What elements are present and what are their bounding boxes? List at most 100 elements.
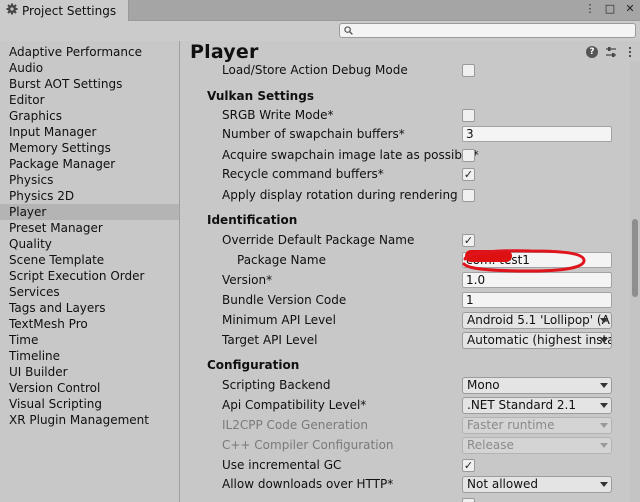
search-input[interactable] xyxy=(339,23,636,38)
target-api-level-dropdown[interactable]: Automatic (highest insta xyxy=(462,331,612,349)
sidebar-item-player[interactable]: Player xyxy=(0,204,179,220)
api-compatibility-level-dropdown[interactable]: .NET Standard 2.1 xyxy=(462,396,612,414)
sidebar-item-visual-scripting[interactable]: Visual Scripting xyxy=(0,396,179,412)
sidebar-item-input-manager[interactable]: Input Manager xyxy=(0,124,179,140)
cpp-compiler-configuration-dropdown: Release xyxy=(462,436,612,454)
toolbar xyxy=(0,21,640,41)
api-compatibility-level-label: Api Compatibility Level* xyxy=(222,398,367,412)
bundle-version-code-field[interactable]: 1 xyxy=(462,292,612,308)
recycle-command-buffers-checkbox[interactable]: ✓ xyxy=(462,167,475,181)
dropdown-value: Android 5.1 'Lollipop' (A xyxy=(467,312,610,327)
sidebar-item-textmesh-pro[interactable]: TextMesh Pro xyxy=(0,316,179,332)
acquire-swapchain-late-checkbox[interactable] xyxy=(462,148,475,162)
help-icon[interactable]: ? xyxy=(586,46,598,58)
sidebar-item-xr-plugin-management[interactable]: XR Plugin Management xyxy=(0,412,179,428)
minimum-api-level-dropdown[interactable]: Android 5.1 'Lollipop' (A xyxy=(462,311,612,329)
srgb-write-mode-label: SRGB Write Mode* xyxy=(222,108,334,122)
dropdown-value: Not allowed xyxy=(467,476,539,491)
vulkan-settings-heading: Vulkan Settings xyxy=(207,89,314,103)
setting-row: Bundle Version Code 1 xyxy=(193,291,623,309)
setting-row: Minimum API Level Android 5.1 'Lollipop'… xyxy=(193,311,623,329)
load-store-debug-label: Load/Store Action Debug Mode xyxy=(222,63,408,77)
chevron-down-icon xyxy=(600,422,608,428)
vertical-scrollbar[interactable] xyxy=(630,61,640,502)
incremental-gc-label: Use incremental GC xyxy=(222,458,342,472)
setting-row: Scripting Backend Mono xyxy=(193,376,623,394)
target-api-level-label: Target API Level xyxy=(222,333,318,347)
sidebar-item-package-manager[interactable]: Package Manager xyxy=(0,156,179,172)
sidebar-item-services[interactable]: Services xyxy=(0,284,179,300)
more-icon[interactable] xyxy=(624,46,636,58)
swapchain-buffers-label: Number of swapchain buffers* xyxy=(222,127,405,141)
setting-row: Api Compatibility Level* .NET Standard 2… xyxy=(193,396,623,414)
setting-row: Number of swapchain buffers* 3 xyxy=(193,125,623,143)
title-bar: Project Settings ⋮ □ ✕ xyxy=(0,0,640,21)
sidebar-item-scene-template[interactable]: Scene Template xyxy=(0,252,179,268)
chevron-down-icon xyxy=(600,317,608,323)
next-setting-checkbox[interactable] xyxy=(462,497,475,502)
sidebar: Adaptive Performance Audio Burst AOT Set… xyxy=(0,41,180,502)
load-store-debug-checkbox[interactable] xyxy=(462,63,475,77)
setting-row: SRGB Write Mode* xyxy=(193,106,623,124)
recycle-command-buffers-label: Recycle command buffers* xyxy=(222,167,384,181)
srgb-write-mode-checkbox[interactable] xyxy=(462,108,475,122)
dropdown-value: Faster runtime xyxy=(467,417,555,432)
setting-row: C++ Compiler Configuration Release xyxy=(193,436,623,454)
sidebar-item-adaptive-performance[interactable]: Adaptive Performance xyxy=(0,44,179,60)
dropdown-value: Mono xyxy=(467,377,500,392)
allow-http-downloads-dropdown[interactable]: Not allowed xyxy=(462,475,612,493)
tab-project-settings[interactable]: Project Settings xyxy=(0,0,129,21)
sidebar-item-preset-manager[interactable]: Preset Manager xyxy=(0,220,179,236)
identification-heading: Identification xyxy=(207,213,298,227)
acquire-swapchain-late-label: Acquire swapchain image late as possible… xyxy=(222,148,479,162)
setting-row: IL2CPP Code Generation Faster runtime xyxy=(193,416,623,434)
setting-row xyxy=(193,495,623,502)
swapchain-buffers-field[interactable]: 3 xyxy=(462,126,612,142)
sidebar-item-physics-2d[interactable]: Physics 2D xyxy=(0,188,179,204)
override-package-name-checkbox[interactable]: ✓ xyxy=(462,233,475,247)
search-icon xyxy=(344,24,353,38)
chevron-down-icon xyxy=(600,481,608,487)
cpp-compiler-configuration-label: C++ Compiler Configuration xyxy=(222,438,394,452)
setting-row: Target API Level Automatic (highest inst… xyxy=(193,331,623,349)
window-controls: ⋮ □ ✕ xyxy=(584,2,636,15)
dropdown-value: Automatic (highest insta xyxy=(467,332,612,347)
setting-row: Allow downloads over HTTP* Not allowed xyxy=(193,475,623,493)
sidebar-item-ui-builder[interactable]: UI Builder xyxy=(0,364,179,380)
more-options-icon[interactable]: ⋮ xyxy=(584,2,596,15)
sidebar-item-graphics[interactable]: Graphics xyxy=(0,108,179,124)
player-settings-panel: Player ? Load/Store Action Debug Mode Vu… xyxy=(181,41,640,502)
setting-row: Use incremental GC ✓ xyxy=(193,456,623,474)
sidebar-item-tags-and-layers[interactable]: Tags and Layers xyxy=(0,300,179,316)
sidebar-item-memory-settings[interactable]: Memory Settings xyxy=(0,140,179,156)
sidebar-item-timeline[interactable]: Timeline xyxy=(0,348,179,364)
display-rotation-label: Apply display rotation during rendering xyxy=(222,188,458,202)
setting-row: Acquire swapchain image late as possible… xyxy=(193,146,623,164)
maximize-icon[interactable]: □ xyxy=(604,2,616,15)
il2cpp-code-generation-label: IL2CPP Code Generation xyxy=(222,418,369,432)
scrollbar-thumb[interactable] xyxy=(632,219,638,297)
configuration-heading: Configuration xyxy=(207,358,300,372)
tab-title: Project Settings xyxy=(22,3,117,18)
sidebar-item-audio[interactable]: Audio xyxy=(0,60,179,76)
il2cpp-code-generation-dropdown: Faster runtime xyxy=(462,416,612,434)
sidebar-item-time[interactable]: Time xyxy=(0,332,179,348)
setting-row: Apply display rotation during rendering xyxy=(193,186,623,204)
dropdown-value: .NET Standard 2.1 xyxy=(467,397,577,412)
sidebar-item-quality[interactable]: Quality xyxy=(0,236,179,252)
bundle-version-code-label: Bundle Version Code xyxy=(222,293,347,307)
sidebar-item-burst-aot-settings[interactable]: Burst AOT Settings xyxy=(0,76,179,92)
chevron-down-icon xyxy=(600,402,608,408)
display-rotation-checkbox[interactable] xyxy=(462,188,475,202)
sidebar-item-physics[interactable]: Physics xyxy=(0,172,179,188)
incremental-gc-checkbox[interactable]: ✓ xyxy=(462,458,475,472)
sidebar-item-version-control[interactable]: Version Control xyxy=(0,380,179,396)
dropdown-value: Release xyxy=(467,437,514,452)
sidebar-item-script-execution-order[interactable]: Script Execution Order xyxy=(0,268,179,284)
scripting-backend-dropdown[interactable]: Mono xyxy=(462,376,612,394)
sidebar-item-editor[interactable]: Editor xyxy=(0,92,179,108)
chevron-down-icon xyxy=(600,337,608,343)
sliders-icon[interactable] xyxy=(605,46,617,58)
close-icon[interactable]: ✕ xyxy=(624,2,636,15)
chevron-down-icon xyxy=(600,442,608,448)
